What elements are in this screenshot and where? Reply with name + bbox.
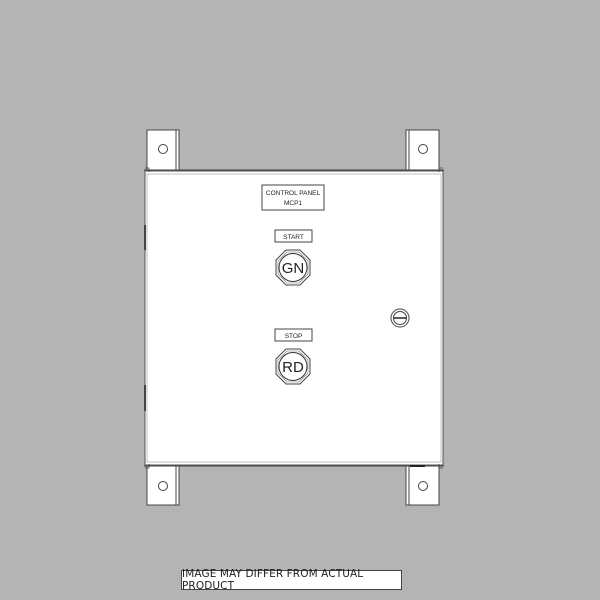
stop-pushbutton[interactable]: RD	[275, 348, 311, 385]
disclaimer-box: IMAGE MAY DIFFER FROM ACTUAL PRODUCT	[181, 568, 402, 592]
nameplate: CONTROL PANEL MCP1	[261, 184, 325, 211]
door-latch-icon[interactable]	[390, 308, 410, 328]
mounting-foot-bottom-right	[405, 465, 440, 506]
nameplate-line1: CONTROL PANEL	[266, 190, 321, 197]
control-panel-drawing: CONTROL PANEL MCP1 START GN STOP RD	[144, 129, 444, 506]
stop-label-plate: STOP	[274, 328, 313, 342]
mounting-foot-top-left	[146, 129, 180, 171]
start-pushbutton[interactable]: GN	[275, 249, 311, 286]
stop-color-code: RD	[282, 359, 304, 376]
stop-label: STOP	[285, 333, 303, 340]
hinge-bottom	[144, 385, 146, 411]
nameplate-line2: MCP1	[284, 200, 302, 207]
mounting-foot-bottom-left	[146, 465, 180, 506]
start-label-plate: START	[274, 229, 313, 243]
start-color-code: GN	[282, 260, 305, 277]
hinge-top	[144, 225, 146, 250]
start-label: START	[283, 234, 304, 241]
mounting-foot-top-right	[405, 129, 440, 171]
